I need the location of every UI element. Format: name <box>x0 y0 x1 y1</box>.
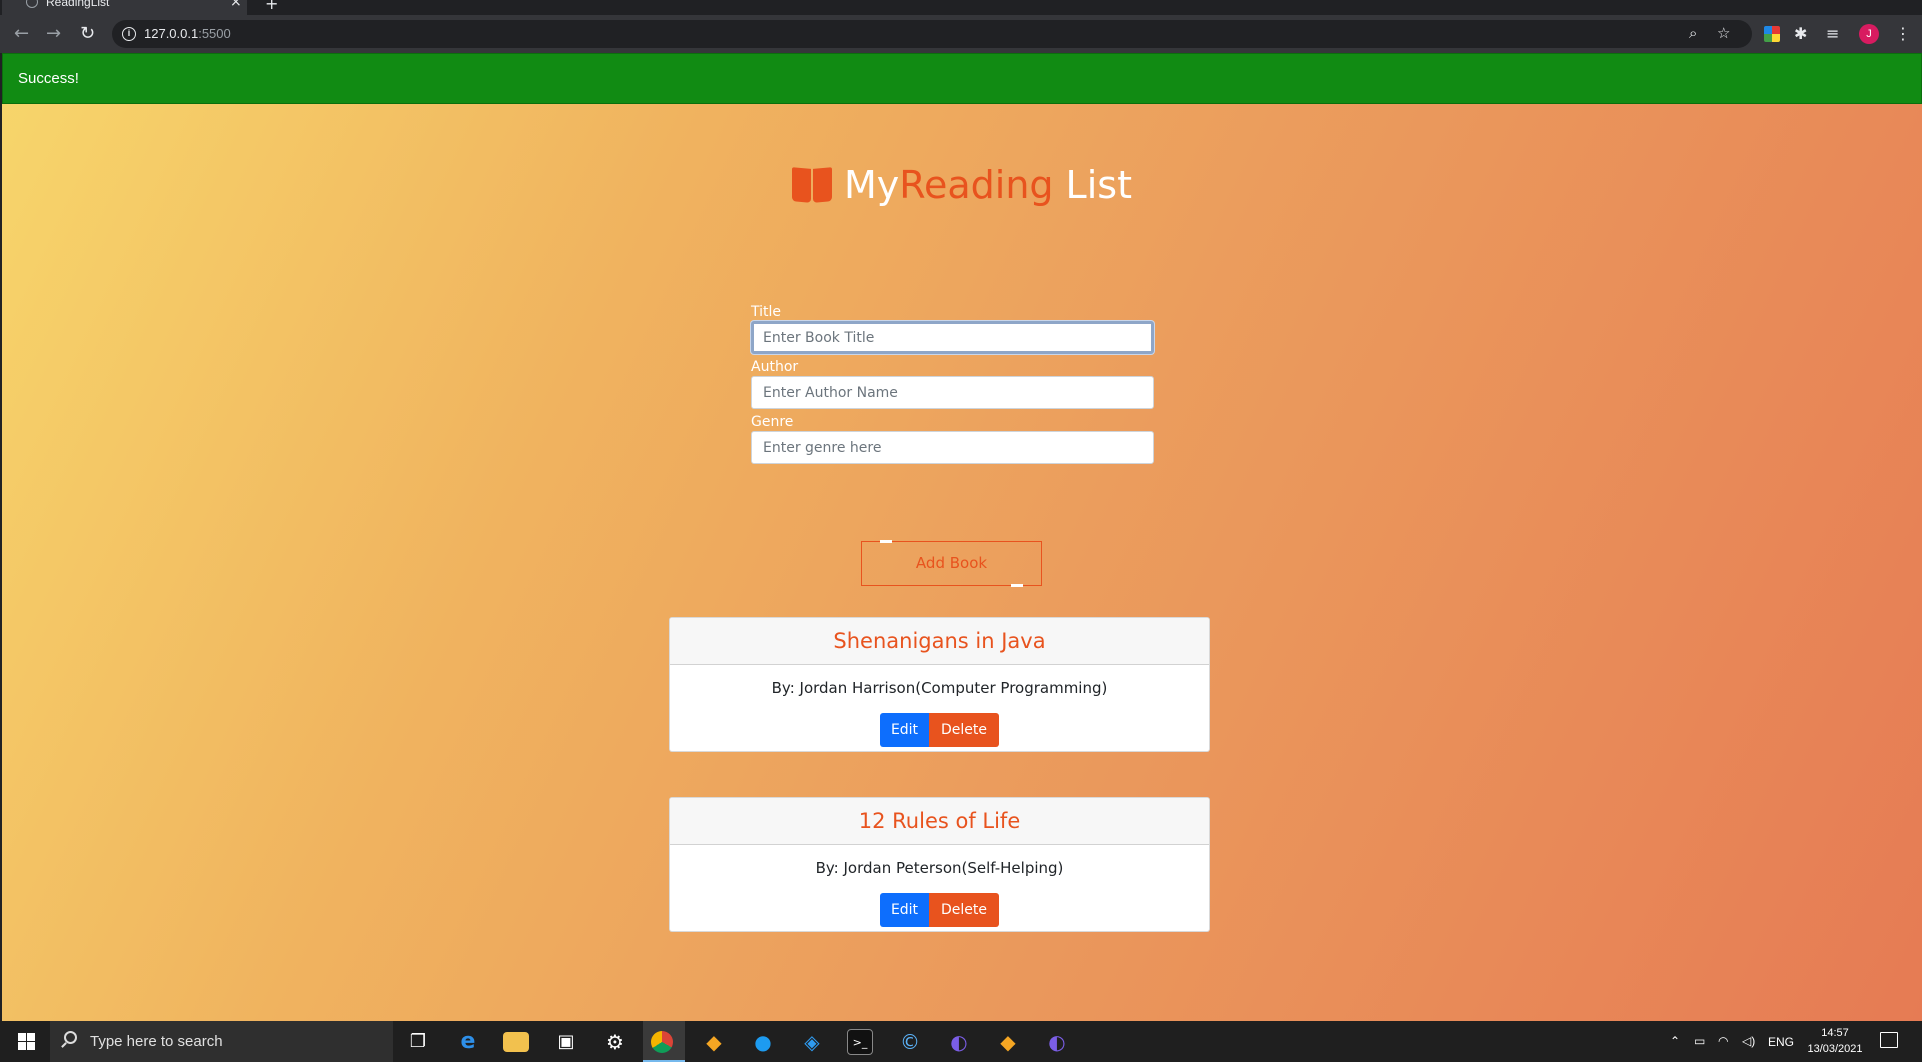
book-card: 12 Rules of Life By: Jordan Peterson(Sel… <box>669 797 1210 932</box>
title-reading: Reading <box>899 163 1054 207</box>
battery-icon[interactable]: ▭ <box>1694 1034 1705 1048</box>
eclipse-icon[interactable]: ◐ <box>1044 1029 1070 1055</box>
delete-button[interactable]: Delete <box>929 893 999 927</box>
extension-palette-icon[interactable] <box>1764 26 1780 42</box>
browser-tab[interactable]: ReadingList × <box>2 0 247 15</box>
volume-icon[interactable]: ◁) <box>1742 1034 1755 1048</box>
author-label: Author <box>751 359 799 375</box>
menu-dots-icon[interactable]: ⋮ <box>1895 24 1911 43</box>
windows-start-icon[interactable] <box>18 1033 35 1050</box>
globe-icon <box>26 0 38 8</box>
vscode-icon[interactable]: ◈ <box>799 1029 825 1055</box>
media-queue-icon[interactable]: ≡ <box>1826 24 1839 43</box>
close-icon[interactable]: × <box>230 0 242 10</box>
sourcetree-icon[interactable]: ◆ <box>701 1029 727 1055</box>
puzzle-icon[interactable]: ✱ <box>1794 24 1807 43</box>
book-byline: By: Jordan Peterson(Self-Helping) <box>815 859 1064 877</box>
add-book-form: Title Author Genre <box>751 303 1156 468</box>
title-input[interactable] <box>751 321 1154 354</box>
search-icon <box>64 1031 77 1044</box>
avatar[interactable]: J <box>1859 24 1879 44</box>
book-open-icon <box>792 168 832 202</box>
book-title: 12 Rules of Life <box>670 798 1209 845</box>
back-arrow-icon[interactable]: ← <box>14 23 29 44</box>
book-title: Shenanigans in Java <box>670 618 1209 665</box>
clock-time: 14:57 <box>1821 1027 1849 1039</box>
book-byline: By: Jordan Harrison(Computer Programming… <box>771 679 1108 697</box>
title-my: My <box>844 163 900 207</box>
clock-date: 13/03/2021 <box>1807 1043 1863 1055</box>
notification-icon[interactable] <box>1880 1032 1898 1048</box>
docker-icon[interactable]: ● <box>750 1029 776 1055</box>
success-alert: Success! <box>2 53 1922 104</box>
address-bar[interactable]: i 127.0.0.1:5500 ⌕ ☆ <box>112 20 1752 48</box>
forward-arrow-icon[interactable]: → <box>46 23 61 44</box>
git-icon[interactable]: ◆ <box>995 1029 1021 1055</box>
author-input[interactable] <box>751 376 1154 409</box>
zoom-icon[interactable]: ⌕ <box>1689 24 1697 42</box>
add-book-button[interactable]: Add Book <box>861 540 1042 587</box>
new-tab-icon[interactable]: + <box>265 0 278 13</box>
edit-button[interactable]: Edit <box>880 713 929 747</box>
store-icon[interactable]: ▣ <box>553 1029 579 1055</box>
terminal-icon[interactable]: >_ <box>847 1029 873 1055</box>
browser-tabstrip: ReadingList × + <box>0 0 1922 15</box>
file-explorer-icon[interactable] <box>503 1032 529 1052</box>
reload-icon[interactable]: ↻ <box>80 23 95 44</box>
genre-input[interactable] <box>751 431 1154 464</box>
genre-label: Genre <box>751 414 794 430</box>
star-icon[interactable]: ☆ <box>1717 24 1730 42</box>
taskbar-search-placeholder: Type here to search <box>90 1033 223 1050</box>
book-card: Shenanigans in Java By: Jordan Harrison(… <box>669 617 1210 752</box>
wifi-icon[interactable]: ◠ <box>1718 1034 1728 1048</box>
page-title: MyReading List <box>2 163 1922 211</box>
info-icon[interactable]: i <box>122 27 136 41</box>
chrome-icon[interactable] <box>651 1031 673 1053</box>
app-c-icon[interactable]: © <box>897 1029 923 1055</box>
settings-gear-icon[interactable]: ⚙ <box>602 1029 628 1055</box>
url-text: 127.0.0.1:5500 <box>144 26 231 41</box>
title-list: List <box>1065 163 1132 207</box>
edge-icon[interactable]: e <box>455 1029 481 1055</box>
page-viewport: Success! MyReadingList Title Author Genr… <box>2 53 1922 1021</box>
title-label: Title <box>751 304 782 320</box>
chevron-up-icon[interactable]: ⌃ <box>1670 1034 1680 1048</box>
eclipse-icon[interactable]: ◐ <box>946 1029 972 1055</box>
delete-button[interactable]: Delete <box>929 713 999 747</box>
task-view-icon[interactable]: ❐ <box>405 1029 431 1055</box>
taskbar-search[interactable]: Type here to search <box>50 1021 393 1062</box>
add-book-label: Add Book <box>915 554 988 572</box>
browser-toolbar: ← → ↻ i 127.0.0.1:5500 ⌕ ☆ ✱ ≡ J ⋮ <box>0 15 1922 53</box>
tab-title: ReadingList <box>46 0 110 9</box>
taskbar: Type here to search ❐ e ▣ ⚙ ◆ ● ◈ >_ © ◐… <box>0 1021 1922 1062</box>
clock[interactable]: 14:57 13/03/2021 <box>1790 1025 1880 1057</box>
edit-button[interactable]: Edit <box>880 893 929 927</box>
